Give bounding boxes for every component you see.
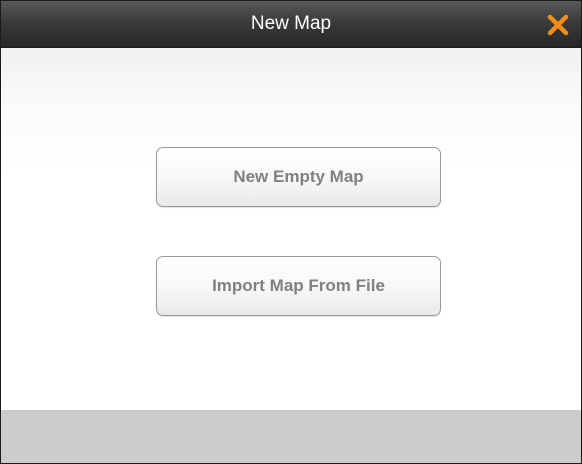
dialog-footer [1,410,581,463]
close-x-icon [547,14,569,36]
new-map-dialog: New Map New Empty Map Import Map From Fi… [0,0,582,464]
dialog-title: New Map [250,13,332,34]
dialog-content: New Empty Map Import Map From File [1,48,581,410]
new-empty-map-button[interactable]: New Empty Map [156,147,441,207]
import-map-from-file-button[interactable]: Import Map From File [156,256,441,316]
close-button[interactable] [543,10,573,40]
dialog-titlebar: New Map [1,1,581,48]
